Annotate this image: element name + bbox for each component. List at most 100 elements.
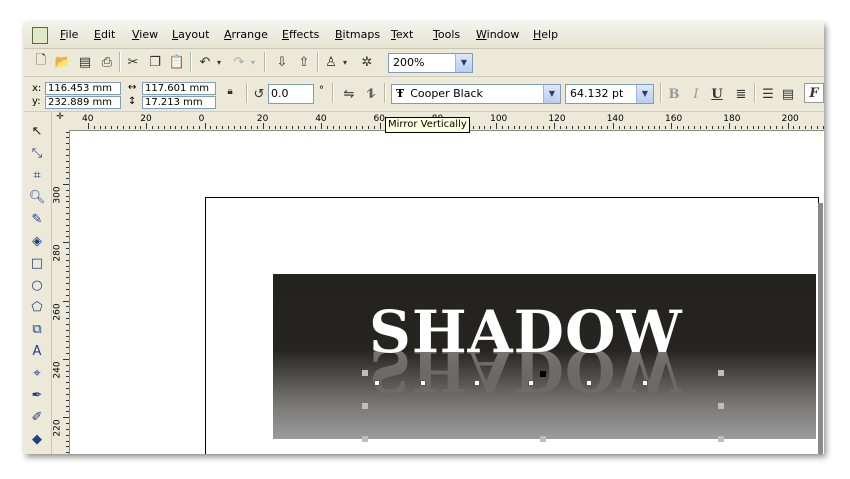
font-list-select[interactable]: Ŧ Cooper Black ▼ bbox=[391, 84, 561, 104]
x-position-field[interactable]: 116.453 mm bbox=[45, 82, 121, 95]
outline-tool-icon[interactable]: ✐ bbox=[28, 408, 46, 426]
ruler-minor-tick bbox=[542, 126, 544, 129]
chevron-down-icon[interactable]: ▼ bbox=[543, 85, 560, 103]
print-icon[interactable]: ⎙ bbox=[98, 53, 116, 71]
drop-cap-icon[interactable]: ▤ bbox=[779, 85, 797, 103]
text-node[interactable] bbox=[420, 380, 426, 386]
smart-fill-tool-icon[interactable]: ◈ bbox=[28, 232, 46, 250]
menu-layout[interactable]: Layout bbox=[172, 28, 209, 41]
selection-handle[interactable] bbox=[540, 436, 546, 442]
selection-handle[interactable] bbox=[718, 436, 724, 442]
copy-icon[interactable]: ❐ bbox=[146, 53, 164, 71]
menu-file[interactable]: File bbox=[60, 28, 78, 41]
zoom-levels-select[interactable]: 200% ▼ bbox=[388, 53, 473, 73]
menu-arrange[interactable]: Arrange bbox=[224, 28, 268, 41]
y-label: y: bbox=[32, 96, 41, 107]
chevron-down-icon[interactable]: ▼ bbox=[636, 85, 653, 103]
ruler-label: 180 bbox=[723, 114, 741, 124]
rectangle-tool-icon[interactable]: □ bbox=[28, 254, 46, 272]
selection-handle[interactable] bbox=[362, 436, 368, 442]
undo-dropdown-icon[interactable]: ▾ bbox=[214, 53, 224, 71]
mirror-vertically-icon[interactable]: ⥮ bbox=[362, 85, 380, 103]
font-size-select[interactable]: 64.132 pt ▼ bbox=[565, 84, 654, 104]
menu-window[interactable]: Window bbox=[476, 28, 519, 41]
interactive-tool-icon[interactable]: ⌖ bbox=[28, 364, 46, 382]
redo-dropdown-icon[interactable]: ▾ bbox=[248, 53, 258, 71]
ruler-minor-tick bbox=[66, 428, 69, 430]
ruler-minor-tick bbox=[268, 126, 270, 129]
drawing-canvas[interactable]: SHADOW SHADOW bbox=[70, 131, 824, 454]
ruler-minor-tick bbox=[332, 126, 334, 129]
vertical-ruler[interactable]: 300 280 260 240 220 bbox=[52, 130, 70, 454]
text-node[interactable] bbox=[586, 380, 592, 386]
pick-tool-icon[interactable]: ↖ bbox=[28, 122, 46, 140]
shadow-text[interactable]: SHADOW bbox=[369, 302, 683, 362]
selection-handle[interactable] bbox=[362, 370, 368, 376]
tooltip: Mirror Vertically bbox=[385, 117, 470, 133]
ruler-minor-tick bbox=[822, 126, 824, 129]
menu-bitmaps[interactable]: Bitmaps bbox=[335, 28, 380, 41]
artwork-rectangle[interactable]: SHADOW SHADOW bbox=[273, 274, 816, 439]
ruler-origin[interactable]: ✛ bbox=[52, 112, 69, 131]
italic-button[interactable]: I bbox=[687, 85, 705, 103]
crop-tool-icon[interactable]: ⌗ bbox=[28, 166, 46, 184]
text-align-icon[interactable]: ≣ bbox=[732, 85, 750, 103]
redo-icon[interactable]: ↷ bbox=[230, 53, 248, 71]
selection-handle[interactable] bbox=[540, 371, 546, 377]
underline-button[interactable]: U bbox=[708, 85, 726, 103]
menu-edit[interactable]: Edit bbox=[94, 28, 115, 41]
shape-tool-icon[interactable]: ⤡ bbox=[28, 144, 46, 162]
selection-handle[interactable] bbox=[718, 370, 724, 376]
text-node[interactable] bbox=[528, 380, 534, 386]
ruler-minor-tick bbox=[805, 126, 807, 129]
chevron-down-icon[interactable]: ▼ bbox=[455, 54, 472, 72]
text-node[interactable] bbox=[374, 380, 380, 386]
rotation-angle-field[interactable]: 0.0 bbox=[268, 84, 314, 104]
mirror-horizontally-icon[interactable]: ⇋ bbox=[340, 85, 358, 103]
ruler-minor-tick bbox=[315, 126, 317, 129]
format-text-icon[interactable]: F bbox=[804, 83, 824, 103]
rotate-icon[interactable]: ↺ bbox=[250, 85, 268, 103]
launcher-dropdown-icon[interactable]: ▾ bbox=[340, 53, 350, 71]
lock-ratio-icon[interactable]: 🔒︎ bbox=[221, 82, 239, 100]
save-icon[interactable]: ▤ bbox=[76, 53, 94, 71]
menu-effects[interactable]: Effects bbox=[282, 28, 319, 41]
menu-help[interactable]: Help bbox=[533, 28, 558, 41]
basic-shapes-tool-icon[interactable]: ⧉ bbox=[28, 320, 46, 338]
menu-text[interactable]: Text bbox=[391, 28, 413, 41]
polygon-tool-icon[interactable]: ⬠ bbox=[28, 298, 46, 316]
paste-icon[interactable]: 📋 bbox=[168, 53, 186, 71]
bold-button[interactable]: B bbox=[665, 85, 683, 103]
menu-tools[interactable]: Tools bbox=[433, 28, 460, 41]
y-position-field[interactable]: 232.889 mm bbox=[45, 96, 121, 109]
toolbar-separator bbox=[119, 52, 121, 72]
ruler-minor-tick bbox=[525, 126, 527, 129]
height-field[interactable]: 17.213 mm bbox=[142, 96, 216, 109]
selection-handle[interactable] bbox=[718, 403, 724, 409]
text-node[interactable] bbox=[474, 380, 480, 386]
corel-online-icon[interactable]: ✲ bbox=[358, 53, 376, 71]
text-node[interactable] bbox=[642, 380, 648, 386]
text-tool-icon[interactable]: A bbox=[28, 342, 46, 360]
menu-view[interactable]: View bbox=[132, 28, 158, 41]
width-field[interactable]: 117.601 mm bbox=[142, 82, 216, 95]
open-icon[interactable]: 📂 bbox=[54, 53, 72, 71]
cut-icon[interactable]: ✂ bbox=[124, 53, 142, 71]
document-icon[interactable] bbox=[32, 27, 48, 44]
fill-tool-icon[interactable]: ◆ bbox=[28, 430, 46, 448]
freehand-tool-icon[interactable]: ✎ bbox=[28, 210, 46, 228]
ellipse-tool-icon[interactable]: ○ bbox=[28, 276, 46, 294]
zoom-tool-icon[interactable]: 🔍︎ bbox=[28, 188, 46, 206]
import-icon[interactable]: ⇩ bbox=[273, 53, 291, 71]
undo-icon[interactable]: ↶ bbox=[196, 53, 214, 71]
ruler-minor-tick bbox=[66, 207, 69, 209]
ruler-minor-tick bbox=[66, 388, 69, 390]
new-document-icon[interactable]: 🗋 bbox=[32, 53, 50, 71]
ruler-minor-tick bbox=[66, 137, 69, 139]
bullets-icon[interactable]: ☰ bbox=[759, 85, 777, 103]
export-icon[interactable]: ⇧ bbox=[295, 53, 313, 71]
ruler-minor-tick bbox=[781, 126, 783, 129]
selection-handle[interactable] bbox=[362, 403, 368, 409]
application-launcher-icon[interactable]: ♙ bbox=[322, 53, 340, 71]
eyedropper-tool-icon[interactable]: ✒ bbox=[28, 386, 46, 404]
